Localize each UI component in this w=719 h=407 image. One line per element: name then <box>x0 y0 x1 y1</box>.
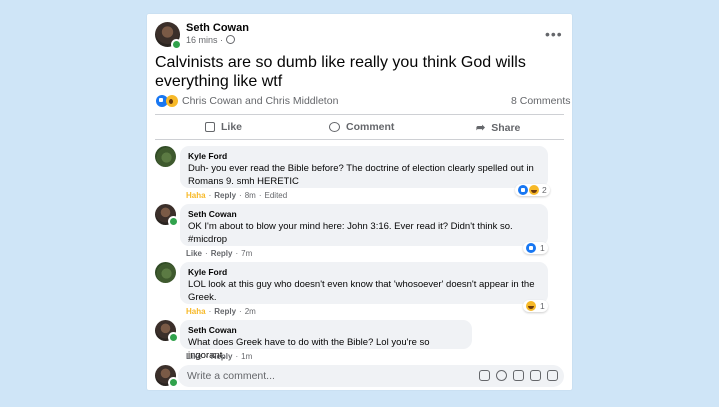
online-indicator <box>168 216 179 227</box>
haha-reaction-icon <box>526 301 536 311</box>
emoji-icon[interactable] <box>496 370 507 381</box>
comment-text: OK I'm about to blow your mind here: Joh… <box>188 221 513 245</box>
thumbs-up-icon <box>205 122 215 132</box>
comment-bubble: Kyle Ford Duh- you ever read the Bible b… <box>180 146 548 188</box>
share-label: Share <box>491 121 521 134</box>
comment-actions: Like · Reply · 7m <box>186 249 253 258</box>
comment-author[interactable]: Seth Cowan <box>188 209 540 219</box>
post-time[interactable]: 16 mins <box>186 35 218 45</box>
like-action[interactable]: Like <box>186 249 202 258</box>
like-button[interactable]: Like <box>205 121 242 133</box>
comment-text: LOL look at this guy who doesn't even kn… <box>188 279 535 303</box>
haha-reaction-icon <box>529 185 539 195</box>
comment-text: Duh- you ever read the Bible before? The… <box>188 163 534 187</box>
post-text: Calvinists are so dumb like really you t… <box>155 54 526 90</box>
comment-author[interactable]: Seth Cowan <box>188 325 464 335</box>
post-timestamp[interactable]: 16 mins · <box>186 35 235 45</box>
gif-icon[interactable] <box>530 370 541 381</box>
online-indicator <box>171 39 182 50</box>
comment-bubble-icon <box>329 122 340 132</box>
reactors-names[interactable]: Chris Cowan and Chris Middleton <box>182 95 338 107</box>
wow-reaction-icon <box>166 95 178 107</box>
commenter-avatar[interactable] <box>155 146 176 167</box>
globe-icon <box>225 35 235 44</box>
comment-author[interactable]: Kyle Ford <box>188 267 540 277</box>
comment-author[interactable]: Kyle Ford <box>188 151 540 161</box>
more-options-button[interactable]: ••• <box>545 26 563 42</box>
reaction-count: 1 <box>540 301 545 311</box>
reply-link[interactable]: Reply <box>214 307 236 316</box>
like-action[interactable]: Like <box>186 352 202 361</box>
composer-tools <box>479 370 558 381</box>
haha-action[interactable]: Haha <box>186 191 206 200</box>
comment-label: Comment <box>346 121 395 133</box>
comment-actions: Haha · Reply · 8m · Edited <box>186 191 288 200</box>
comments-count[interactable]: 8 Comments <box>511 95 571 107</box>
divider-top <box>155 114 564 115</box>
camera-icon[interactable] <box>513 370 524 381</box>
comment-button[interactable]: Comment <box>329 121 394 133</box>
like-label: Like <box>221 121 243 133</box>
edited-label: Edited <box>264 191 288 200</box>
avatar-sticker-icon[interactable] <box>479 370 490 381</box>
comment-time[interactable]: 7m <box>241 249 252 258</box>
haha-action[interactable]: Haha <box>186 307 206 316</box>
like-reaction-icon <box>518 185 528 195</box>
comment-actions: Like · Reply · 1m <box>186 352 253 361</box>
comment-bubble: Kyle Ford LOL look at this guy who doesn… <box>180 262 548 304</box>
comment-composer[interactable]: Write a comment... <box>178 365 564 387</box>
sticker-icon[interactable] <box>547 370 558 381</box>
reaction-count: 1 <box>540 243 545 253</box>
comment-input-placeholder[interactable]: Write a comment... <box>187 370 275 382</box>
divider-bottom <box>155 139 564 140</box>
comment-time[interactable]: 2m <box>245 307 256 316</box>
commenter-avatar[interactable] <box>155 262 176 283</box>
post-author-name[interactable]: Seth Cowan <box>186 22 249 34</box>
comment-reactions[interactable]: 1 <box>523 300 548 312</box>
comment-bubble: Seth Cowan What does Greek have to do wi… <box>180 320 472 361</box>
share-arrow-icon: ➦ <box>476 122 486 134</box>
reply-link[interactable]: Reply <box>214 191 236 200</box>
share-button[interactable]: ➦ Share <box>476 121 521 135</box>
comment-time[interactable]: 1m <box>241 352 252 361</box>
reply-link[interactable]: Reply <box>211 249 233 258</box>
comment-time[interactable]: 8m <box>245 191 256 200</box>
reaction-count: 2 <box>542 185 547 195</box>
comment-reactions[interactable]: 2 <box>515 184 550 196</box>
like-reaction-icon <box>526 243 536 253</box>
reply-link[interactable]: Reply <box>211 352 233 361</box>
comment-bubble: Seth Cowan OK I'm about to blow your min… <box>180 204 548 246</box>
comment-actions: Haha · Reply · 2m <box>186 307 256 316</box>
comment-reactions[interactable]: 1 <box>523 242 548 254</box>
reactions-summary[interactable]: Chris Cowan and Chris Middleton <box>156 95 338 107</box>
online-indicator <box>168 332 179 343</box>
